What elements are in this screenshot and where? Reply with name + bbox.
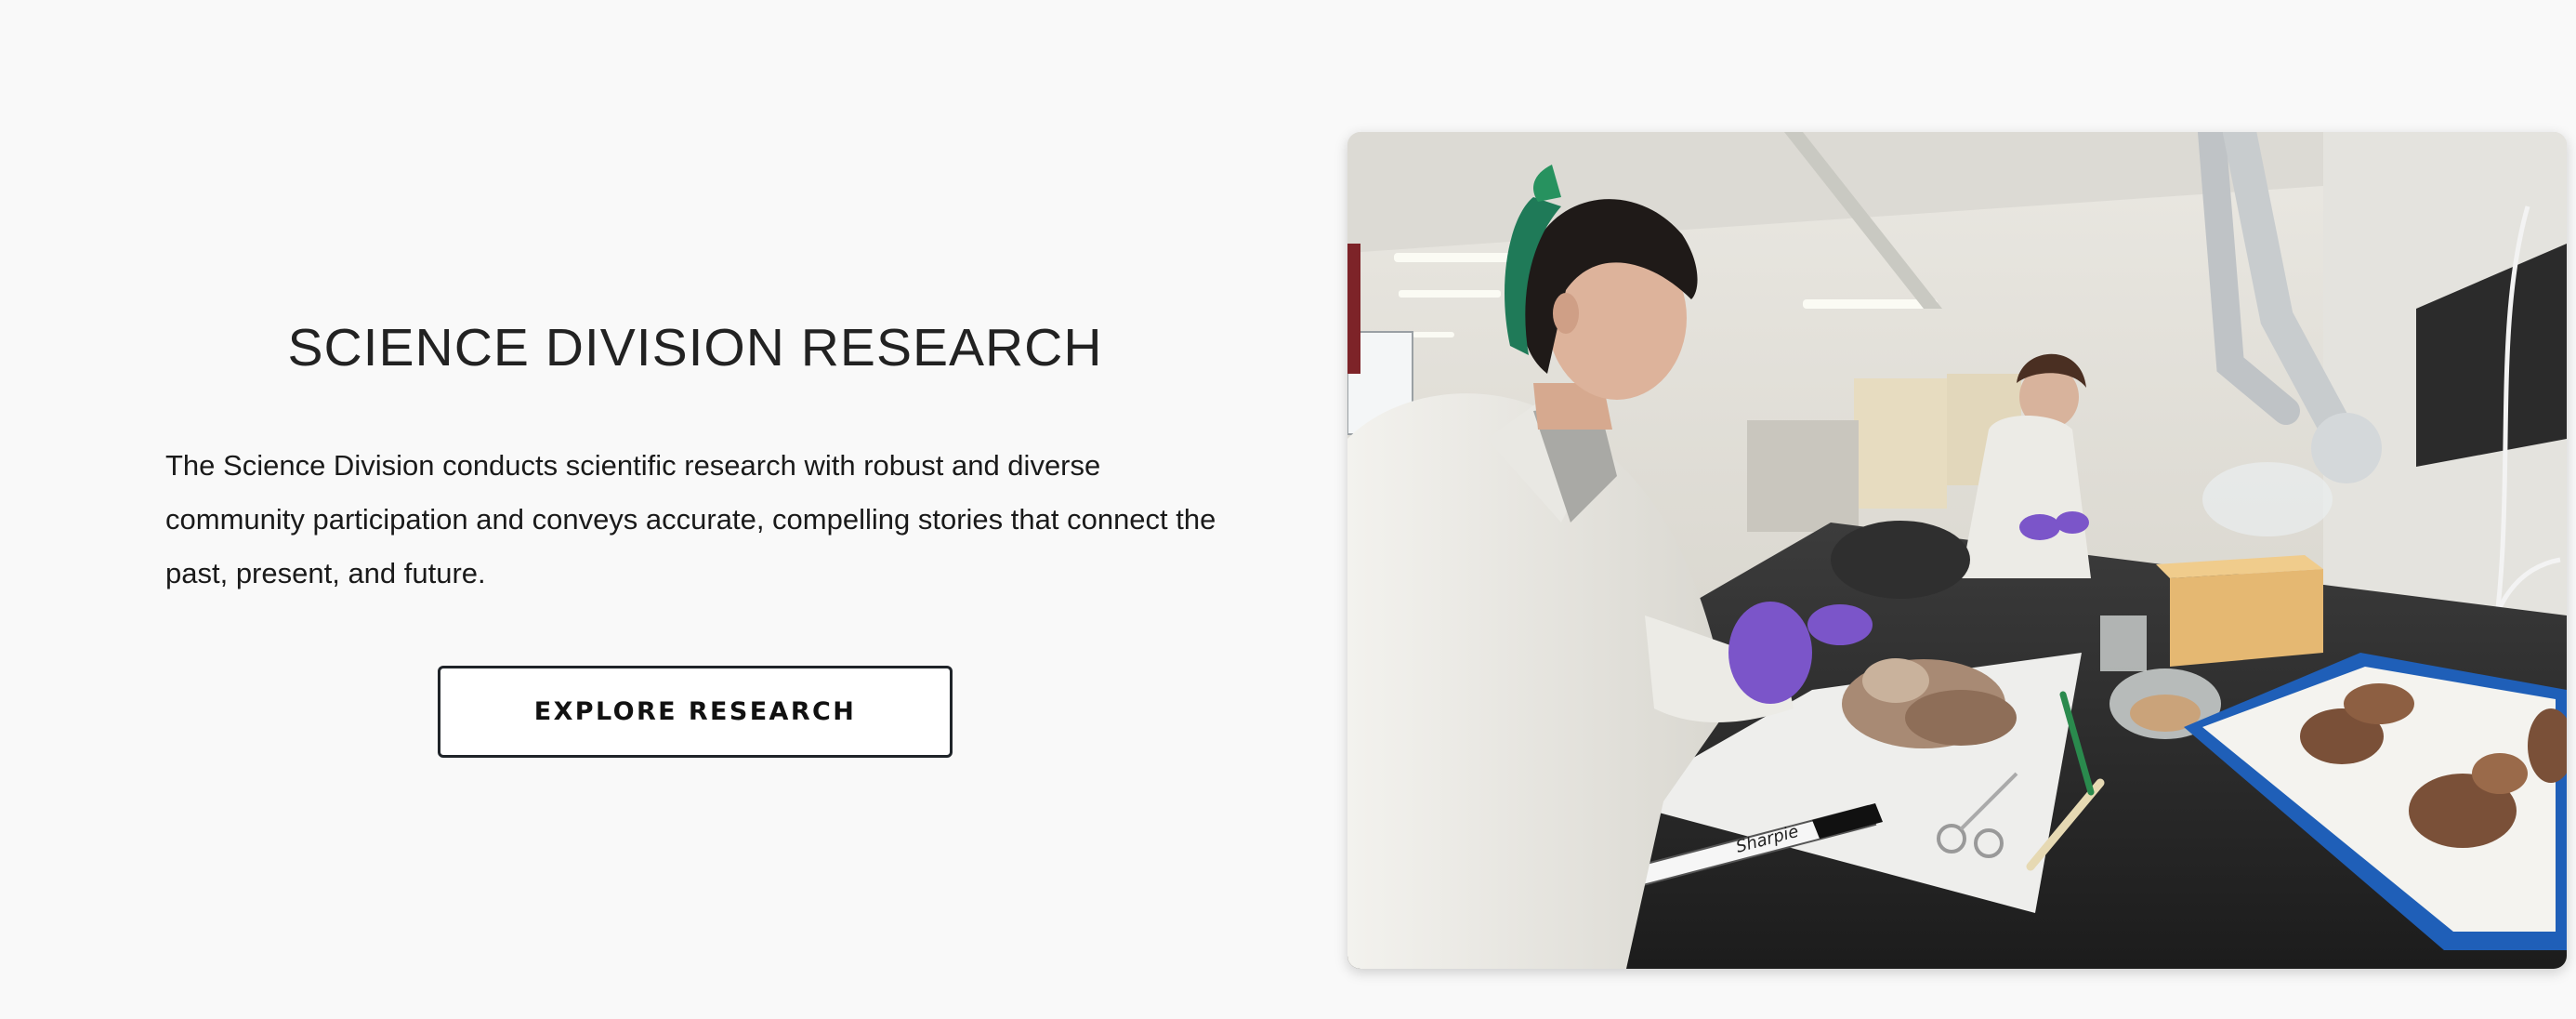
section-title: SCIENCE DIVISION RESEARCH [287, 318, 1103, 377]
explore-research-button[interactable]: EXPLORE RESEARCH [438, 666, 953, 759]
research-text-column: SCIENCE DIVISION RESEARCH The Science Di… [165, 316, 1225, 759]
research-section: SCIENCE DIVISION RESEARCH The Science Di… [0, 0, 2576, 1019]
section-description: The Science Division conducts scientific… [165, 449, 1216, 590]
lab-photo: Sharpie [1347, 132, 2567, 969]
